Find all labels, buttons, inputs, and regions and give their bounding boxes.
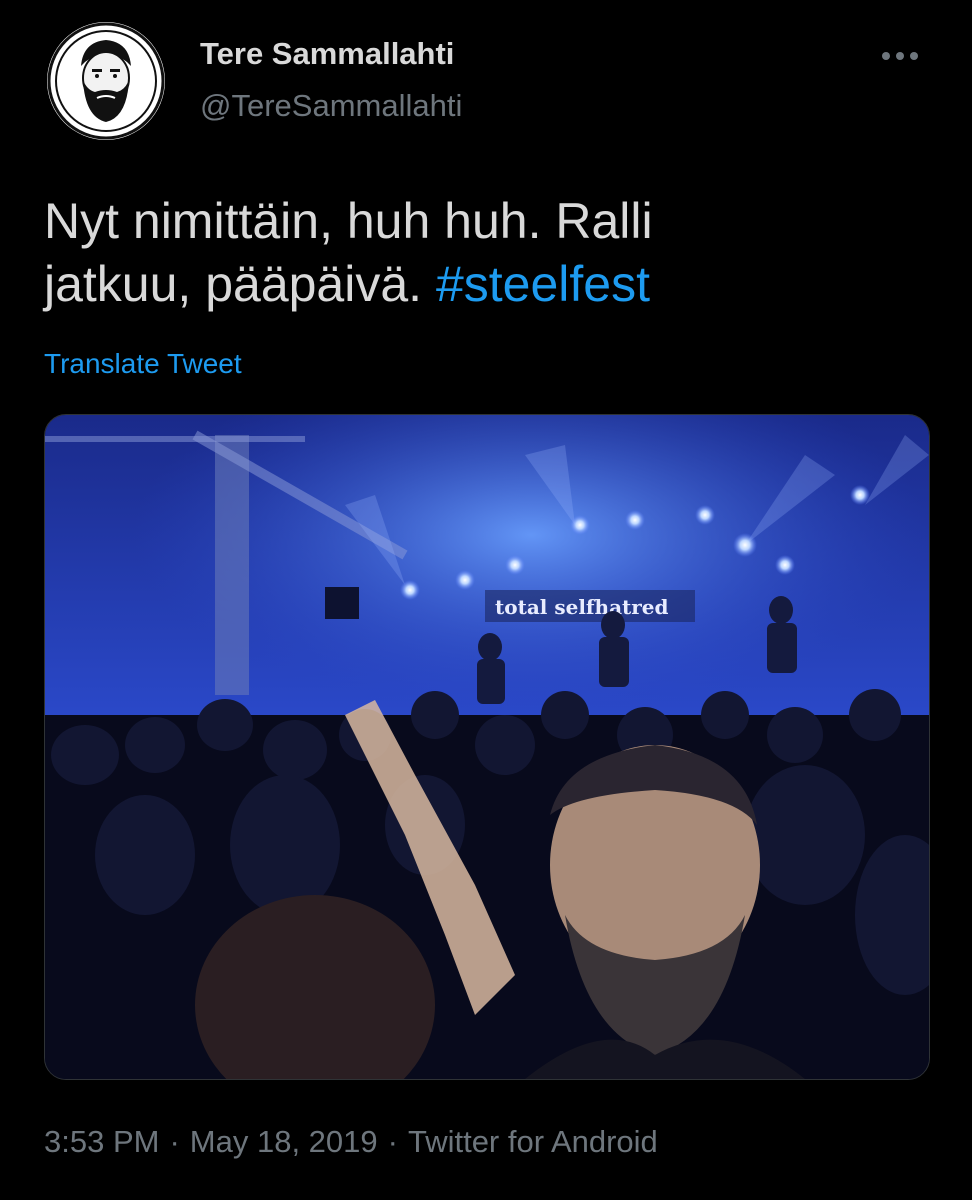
bearded-man-avatar-icon	[47, 22, 165, 140]
tweet-text-line-2-body: jatkuu, pääpäivä.	[44, 256, 423, 312]
author-handle[interactable]: @TereSammallahti	[200, 88, 462, 124]
stage-banner-text: total selfhatred	[495, 595, 669, 619]
more-options-icon	[882, 52, 918, 60]
tweet-photo[interactable]: total selfhatred	[44, 414, 930, 1080]
tweet-date[interactable]: May 18, 2019	[190, 1124, 378, 1159]
more-options-button[interactable]	[872, 38, 928, 74]
tweet-text: Nyt nimittäin, huh huh. Ralli jatkuu, pä…	[44, 190, 934, 316]
tweet-time[interactable]: 3:53 PM	[44, 1124, 159, 1159]
tweet-text-line-1: Nyt nimittäin, huh huh. Ralli	[44, 193, 653, 249]
tweet-meta: 3:53 PM · May 18, 2019 · Twitter for Android	[44, 1124, 658, 1160]
author-display-name[interactable]: Tere Sammallahti	[200, 36, 454, 72]
meta-separator: ·	[169, 1124, 180, 1159]
translate-tweet-link[interactable]: Translate Tweet	[44, 348, 242, 380]
avatar[interactable]	[47, 22, 165, 140]
meta-separator: ·	[387, 1124, 398, 1159]
hashtag-link[interactable]: #steelfest	[436, 256, 650, 312]
tweet-source[interactable]: Twitter for Android	[408, 1124, 658, 1159]
concert-selfie-photo: total selfhatred	[45, 415, 929, 1079]
tweet-text-line-2: jatkuu, pääpäivä. #steelfest	[44, 253, 934, 316]
